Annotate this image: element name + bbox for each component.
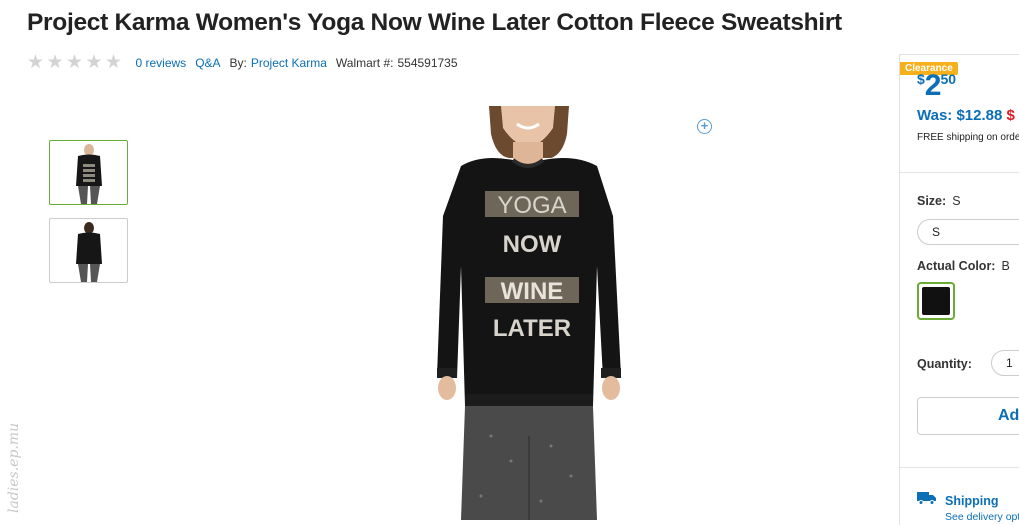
star-icon: ★ [105, 52, 123, 73]
qa-link[interactable]: Q&A [195, 56, 220, 70]
star-icon: ★ [27, 52, 45, 73]
divider [900, 467, 1019, 468]
by-label: By: [229, 56, 247, 70]
thumbnail-front-image [76, 144, 102, 204]
was-price: Was: $12.88 $ [917, 107, 1015, 124]
quantity-select[interactable]: 1 [991, 350, 1019, 376]
main-product-image[interactable]: YOGA NOW WINE LATER [421, 106, 635, 520]
delivery-options-link[interactable]: See delivery opti [945, 511, 1019, 523]
current-price: $250 [917, 69, 956, 103]
size-label: Size: S [917, 194, 961, 208]
price-cents: 50 [940, 71, 957, 87]
shirt-text-line: LATER [493, 315, 571, 342]
price-currency-symbol: $ [917, 71, 925, 87]
shirt-text-line: NOW [503, 231, 562, 258]
shipping-title[interactable]: Shipping [945, 494, 998, 508]
add-to-cart-button[interactable]: Ad [917, 397, 1019, 435]
model-sweatshirt-illustration: YOGA NOW WINE LATER [437, 106, 621, 520]
thumbnail-back-image [76, 222, 102, 282]
savings-amount: $ [1006, 107, 1015, 124]
truck-icon [917, 492, 936, 505]
color-selected-value: B [1001, 259, 1010, 273]
zoom-icon[interactable]: + [697, 119, 712, 134]
watermark-text: ladies.ep.mu [6, 423, 22, 513]
walmart-number: 554591735 [397, 56, 458, 70]
size-select[interactable]: S [917, 219, 1019, 245]
buy-box-panel: Clearance $250 Was: $12.88 $ FREE shippi… [899, 54, 1019, 525]
color-label: Actual Color: B [917, 259, 1010, 273]
star-icon: ★ [85, 52, 103, 73]
color-swatch-black[interactable] [917, 282, 955, 320]
color-swatch-fill [922, 287, 950, 315]
star-icon: ★ [46, 52, 64, 73]
divider [900, 172, 1019, 173]
thumbnail-front[interactable] [49, 140, 128, 205]
rating-stars[interactable]: ★ ★ ★ ★ ★ [27, 52, 125, 73]
quantity-label: Quantity: [917, 357, 972, 371]
watermark: ladies.ep.mu [6, 423, 22, 513]
brand-link[interactable]: Project Karma [251, 56, 327, 70]
size-label-text: Size: [917, 194, 947, 208]
shirt-text-line: WINE [501, 278, 564, 305]
free-shipping-note: FREE shipping on orde [917, 132, 1019, 143]
color-label-text: Actual Color: [917, 259, 996, 273]
product-meta-row: ★ ★ ★ ★ ★ 0 reviews Q&A By: Project Karm… [27, 52, 458, 73]
thumbnail-back[interactable] [49, 218, 128, 283]
star-icon: ★ [66, 52, 84, 73]
reviews-link[interactable]: 0 reviews [136, 56, 187, 70]
was-price-value: Was: $12.88 [917, 107, 1003, 124]
price-dollars: 2 [924, 69, 942, 102]
product-title: Project Karma Women's Yoga Now Wine Late… [27, 9, 842, 36]
shirt-text-line: YOGA [497, 192, 566, 219]
walmart-number-label: Walmart #: [335, 56, 394, 70]
size-selected-value: S [952, 194, 961, 208]
